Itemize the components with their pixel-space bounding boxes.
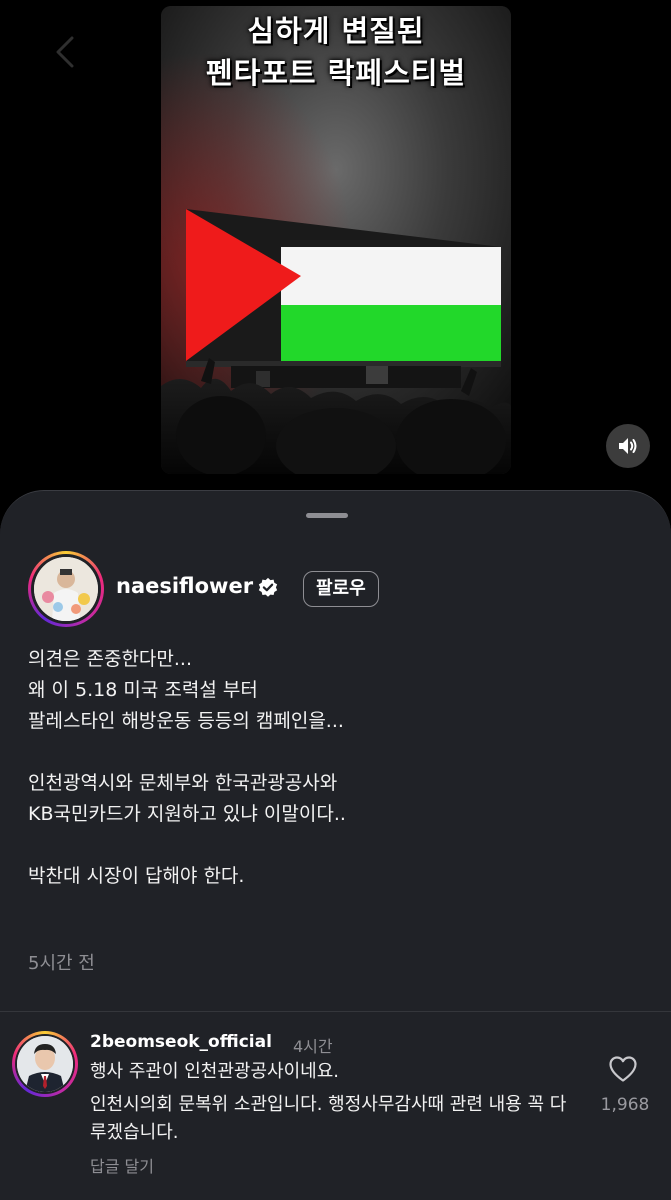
caption-line: 팔레스타인 해방운동 등등의 캠페인을...	[28, 710, 344, 732]
reply-button[interactable]: 답글 달기	[90, 1153, 154, 1177]
back-chevron-icon[interactable]	[52, 34, 78, 70]
sheet-grab-handle[interactable]	[306, 513, 348, 518]
author-photo	[34, 557, 98, 621]
author-avatar[interactable]	[28, 551, 104, 627]
post-timestamp: 5시간 전	[28, 953, 95, 974]
like-count: 1,968	[600, 1095, 650, 1115]
caption-line: 왜 이 5.18 미국 조력설 부터	[28, 679, 258, 701]
comments-sheet: naesiflower 팔로우 의견은 존중한다만... 왜 이 5.18 미국…	[0, 490, 671, 1200]
post-caption: 의견은 존중한다만... 왜 이 5.18 미국 조력설 부터 팔레스타인 해방…	[28, 644, 648, 892]
caption-line: 인천광역시와 문체부와 한국관광공사와	[28, 772, 338, 794]
comment-text-line: 인천시의회 문복위 소관입니다. 행정사무감사때 관련 내용 꼭 다루겠습니다.	[90, 1094, 567, 1143]
caption-line: 박찬대 시장이 답해야 한다.	[28, 865, 245, 887]
comment-time: 4시간	[293, 1037, 333, 1056]
verified-badge-icon	[258, 577, 278, 597]
post-username[interactable]: naesiflower	[116, 574, 253, 598]
comment-text-line: 행사 주관이 인천관광공사이네요.	[90, 1061, 340, 1082]
caption-line: 의견은 존중한다만...	[28, 648, 192, 670]
caption-line: KB국민카드가 지원하고 있냐 이말이다..	[28, 803, 346, 825]
commenter-avatar[interactable]	[12, 1031, 78, 1097]
video-caption: 심하게 변질된 펜타포트 락페스티벌	[161, 10, 511, 94]
follow-button[interactable]: 팔로우	[303, 571, 379, 607]
divider	[0, 1011, 671, 1012]
video-caption-line2: 펜타포트 락페스티벌	[205, 56, 467, 90]
commenter-photo	[17, 1036, 73, 1092]
video-caption-line1: 심하게 변질된	[247, 14, 425, 48]
video-player[interactable]: 심하게 변질된 펜타포트 락페스티벌	[0, 0, 671, 490]
commenter-username[interactable]: 2beomseok_official	[90, 1032, 272, 1052]
heart-outline-icon[interactable]	[608, 1055, 638, 1083]
comment-item: 2beomseok_official 4시간 행사 주관이 인천관광공사이네요.…	[0, 1029, 671, 1200]
speaker-icon	[619, 438, 637, 454]
post-author-row: naesiflower 팔로우	[28, 551, 628, 627]
mute-toggle-button[interactable]	[606, 424, 650, 468]
comment-text: 행사 주관이 인천관광공사이네요. 인천시의회 문복위 소관입니다. 행정사무감…	[90, 1058, 568, 1147]
video-frame[interactable]: 심하게 변질된 펜타포트 락페스티벌	[161, 6, 511, 474]
